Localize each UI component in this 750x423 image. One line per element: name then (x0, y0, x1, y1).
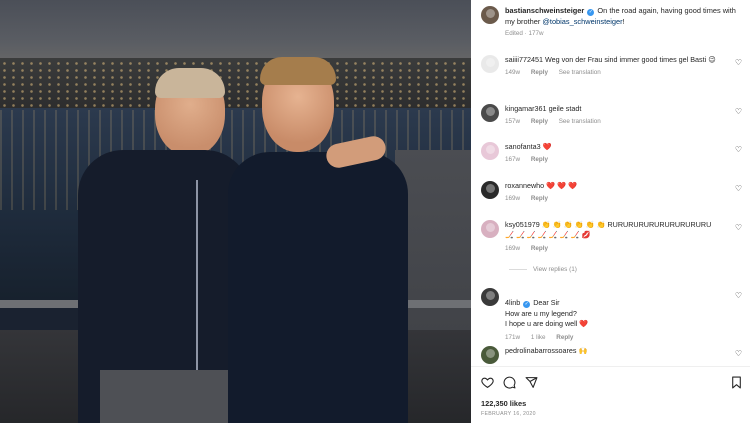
comment-text: geile stadt (548, 104, 582, 113)
caption-end: ! (622, 16, 625, 26)
comment-age: 149w (505, 69, 521, 77)
comment-username[interactable]: sanofanta3 (505, 142, 541, 151)
comment-avatar[interactable] (481, 181, 499, 199)
comment-age: 169w (505, 195, 521, 203)
heart-icon[interactable] (481, 376, 494, 389)
comment-username[interactable]: saiiii772451 (505, 55, 543, 64)
comment-likes[interactable]: 1 like (531, 334, 546, 341)
reply-button[interactable]: Reply (531, 195, 548, 202)
post-date: FEBRUARY 16, 2020 (481, 411, 536, 417)
comment-text: ❤️ ❤️ ❤️ (546, 181, 578, 190)
comment-like-icon[interactable]: ♡ (734, 349, 743, 358)
comment-username[interactable]: kingamar361 (505, 104, 547, 113)
comment-avatar[interactable] (481, 104, 499, 122)
bookmark-icon[interactable] (730, 376, 743, 389)
photo-person-left (78, 68, 250, 423)
comment-username[interactable]: roxannewho (505, 181, 544, 190)
comment-avatar[interactable] (481, 142, 499, 160)
reply-button[interactable]: Reply (531, 156, 548, 163)
comment-like-icon[interactable]: ♡ (734, 58, 743, 67)
edited-label: Edited (505, 30, 523, 37)
reply-button[interactable]: Reply (531, 69, 548, 76)
comment-age: 167w (505, 156, 521, 164)
comment-like-icon[interactable]: ♡ (734, 223, 743, 232)
comment-like-icon[interactable]: ♡ (734, 184, 743, 193)
comment-text: 🙌 (578, 346, 588, 355)
comment-like-icon[interactable]: ♡ (734, 107, 743, 116)
send-icon[interactable] (525, 376, 538, 389)
comment-username[interactable]: pedrolinabarrossoares (505, 346, 577, 355)
comment-avatar[interactable] (481, 288, 499, 306)
comment-username[interactable]: 4linb (505, 298, 520, 307)
comment-username[interactable]: ksy051979 (505, 220, 540, 229)
comment-age: 157w (505, 118, 521, 126)
post-actions: 122,350 likes FEBRUARY 16, 2020 (471, 366, 750, 423)
post-age: 177w (528, 30, 544, 37)
reply-button[interactable]: Reply (531, 118, 548, 125)
verified-badge-icon: ✓ (587, 9, 595, 16)
likes-count[interactable]: 122,350 likes (481, 399, 526, 408)
caption-mention[interactable]: @tobias_schweinsteiger (542, 17, 622, 26)
comments-panel: bastianschweinsteiger ✓ On the road agai… (471, 0, 750, 423)
reply-button[interactable]: Reply (556, 334, 573, 341)
verified-badge-icon: ✓ (523, 301, 531, 309)
comment-age: 169w (505, 244, 521, 252)
comment-age: 171w (505, 333, 521, 341)
comment-avatar[interactable] (481, 55, 499, 73)
comment-text: Weg von der Frau sind immer good times g… (544, 55, 716, 64)
post-photo[interactable] (0, 0, 471, 423)
comment-like-icon[interactable]: ♡ (734, 291, 743, 300)
see-translation-link[interactable]: See translation (559, 69, 601, 76)
reply-button[interactable]: Reply (531, 245, 548, 252)
view-replies-button[interactable]: View replies (1) (509, 266, 577, 273)
comment-icon[interactable] (503, 376, 516, 389)
comment-avatar[interactable] (481, 346, 499, 364)
comment-avatar[interactable] (481, 220, 499, 238)
author-avatar[interactable] (481, 6, 499, 24)
comment-like-icon[interactable]: ♡ (734, 145, 743, 154)
see-translation-link[interactable]: See translation (559, 118, 601, 125)
author-username[interactable]: bastianschweinsteiger (505, 6, 584, 15)
photo-person-right (228, 57, 416, 423)
comment-text: ❤️ (542, 142, 552, 151)
